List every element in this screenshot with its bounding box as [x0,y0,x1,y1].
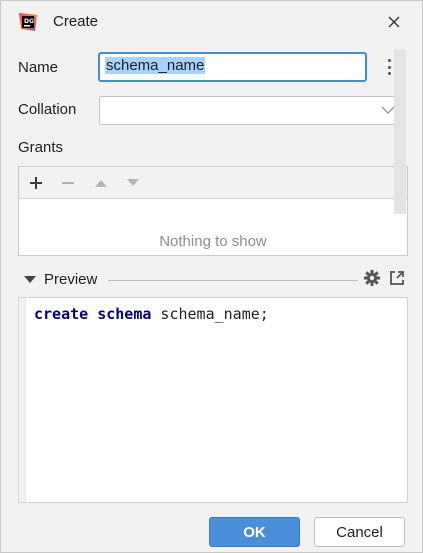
arrow-up-icon [95,180,107,187]
ok-button[interactable]: OK [209,517,300,547]
collapse-triangle-icon[interactable] [24,276,36,283]
title-bar: DG Create [1,1,422,43]
name-input-value: schema_name [105,57,206,74]
window-title: Create [53,13,99,30]
editor-gutter [19,298,26,502]
chevron-down-icon [381,106,395,114]
move-up-button[interactable] [90,172,112,194]
grants-table: Nothing to show [18,166,408,256]
minus-icon [62,182,74,184]
grants-label: Grants [18,139,64,156]
datagrip-app-icon: DG [17,11,39,33]
external-link-icon [390,271,404,285]
move-down-button[interactable] [122,172,144,194]
empty-state-text: Nothing to show [159,233,267,250]
plus-icon [30,177,42,189]
collation-label: Collation [18,101,77,118]
name-input[interactable]: schema_name [98,52,367,82]
separator [108,280,358,281]
sql-code: create schema schema_name; [34,305,269,323]
cancel-button[interactable]: Cancel [314,517,405,547]
create-schema-dialog: DG Create Name schema_name Collation Gra… [0,0,423,553]
close-button[interactable] [381,9,407,35]
settings-button[interactable] [362,268,382,288]
preview-label: Preview [44,271,98,288]
arrow-down-icon [127,179,139,186]
collation-select[interactable] [99,96,404,125]
gear-icon [364,270,380,286]
preview-header: Preview [18,267,408,293]
grants-toolbar [19,167,407,199]
sql-preview-editor[interactable]: create schema schema_name; [18,297,408,503]
add-grant-button[interactable] [25,172,47,194]
remove-grant-button[interactable] [57,172,79,194]
svg-text:DG: DG [24,18,34,25]
open-in-editor-button[interactable] [387,268,407,288]
name-label: Name [18,59,59,76]
vertical-scrollbar[interactable] [394,49,406,214]
close-icon [388,16,400,28]
